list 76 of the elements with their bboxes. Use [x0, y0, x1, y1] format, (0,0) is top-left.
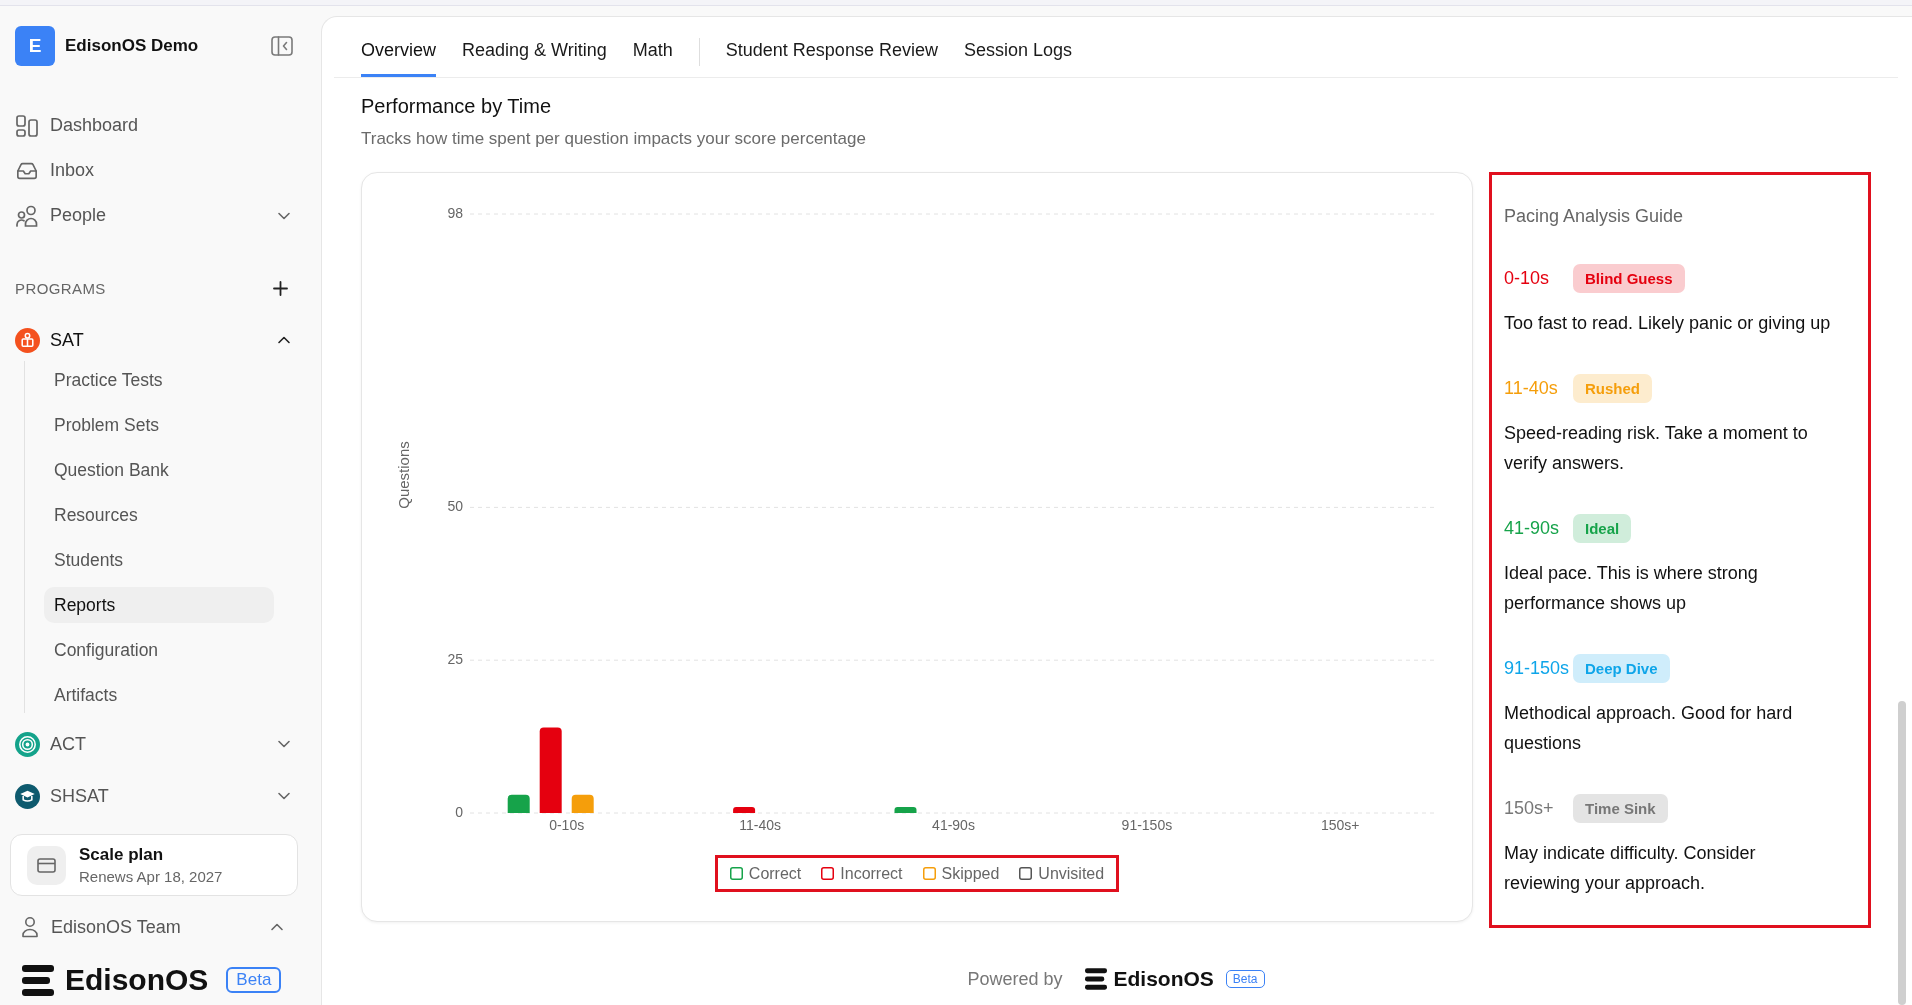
x-tick-label: 41-90s — [932, 816, 975, 833]
x-tick-label: 0-10s — [549, 816, 585, 833]
y-tick-label: 98 — [447, 204, 463, 221]
time-range-label: 0-10s — [1504, 267, 1551, 289]
legend-label: Correct — [748, 864, 802, 883]
brand-name: EdisonOS — [1113, 967, 1214, 991]
x-tick-label: 11-40s — [739, 816, 781, 833]
tab[interactable]: Math — [632, 26, 673, 77]
sub-nav-item[interactable]: Reports — [44, 587, 274, 623]
user-icon — [22, 916, 38, 938]
scrollbar-thumb[interactable] — [1898, 701, 1906, 1005]
pace-badge: Rushed — [1573, 373, 1652, 403]
nav-item[interactable]: People — [8, 193, 299, 238]
people-icon — [16, 204, 38, 227]
y-tick-label: 0 — [455, 803, 463, 820]
pace-description: Too fast to read. Likely panic or giving up — [1504, 312, 1831, 335]
sub-nav-item[interactable]: Artifacts — [44, 677, 274, 713]
section-subtitle: Tracks how time spent per question impacts your score percentage — [361, 128, 867, 150]
tab[interactable]: Student Response Review — [725, 26, 938, 77]
workspace-name: EdisonOS Demo — [65, 36, 199, 56]
sub-nav-item[interactable]: Question Bank — [44, 452, 274, 488]
nav-item[interactable]: Inbox — [8, 148, 299, 193]
tab[interactable]: Reading & Writing — [462, 26, 607, 77]
add-icon[interactable] — [273, 280, 288, 296]
sub-nav-item[interactable]: Problem Sets — [44, 407, 274, 443]
program-item[interactable]: SAT — [8, 319, 299, 361]
legend-label: Skipped — [941, 864, 1000, 883]
time-range-label: 150s+ — [1504, 797, 1555, 819]
program-item[interactable]: ACT — [8, 723, 299, 765]
beta-badge: Beta — [1225, 970, 1265, 988]
plan-card[interactable]: Scale plan Renews Apr 18, 2027 — [10, 834, 298, 896]
time-range-label: 91-150s — [1504, 657, 1571, 679]
time-range-label: 11-40s — [1504, 377, 1559, 399]
sub-nav-item[interactable]: Students — [44, 542, 274, 578]
brand-logo-icon — [1084, 968, 1107, 990]
legend-label: Incorrect — [840, 864, 903, 883]
credit-card-icon — [27, 845, 66, 885]
y-tick-label: 50 — [447, 498, 463, 515]
nav-item[interactable]: Dashboard — [8, 103, 299, 148]
sidebar-toggle-icon[interactable] — [271, 36, 293, 56]
section-title: Performance by Time — [361, 94, 553, 119]
legend-label: Unvisited — [1038, 864, 1105, 883]
beta-badge: Beta — [226, 967, 282, 993]
pace-description: May indicate difficulty. Consider reviewing your approach. — [1504, 842, 1757, 895]
panel-title: Pacing Analysis Guide — [1504, 205, 1685, 228]
bar — [894, 806, 917, 813]
brand-name: EdisonOS — [65, 963, 209, 997]
pace-description: Speed-reading risk. Take a moment to verify answers. — [1504, 422, 1809, 475]
plan-renewal-date: Renews Apr 18, 2027 — [79, 868, 223, 885]
sub-nav-item[interactable]: Practice Tests — [44, 362, 274, 398]
bar — [571, 794, 594, 813]
program-item[interactable]: SHSAT — [8, 775, 299, 817]
powered-by-label: Powered by — [967, 968, 1063, 990]
sub-nav-item[interactable]: Resources — [44, 497, 274, 533]
pace-badge: Deep Dive — [1573, 653, 1670, 683]
y-axis-title: Questions — [394, 441, 412, 509]
pace-description: Ideal pace. This is where strong performance shows up — [1504, 562, 1759, 615]
team-switcher[interactable]: EdisonOS Team — [14, 907, 292, 947]
workspace-avatar: E — [15, 26, 55, 66]
brand-logo-icon — [22, 964, 54, 996]
sub-nav-item[interactable]: Configuration — [44, 632, 274, 668]
pace-badge: Ideal — [1573, 513, 1632, 543]
y-tick-label: 25 — [447, 650, 463, 667]
bar — [733, 806, 756, 813]
pace-badge: Blind Guess — [1573, 263, 1685, 293]
x-tick-label: 150s+ — [1321, 816, 1360, 833]
dashboard-icon — [16, 114, 38, 137]
plan-name: Scale plan — [79, 845, 165, 865]
pace-description: Methodical approach. Good for hard questions — [1504, 702, 1794, 755]
tab[interactable]: Overview — [361, 26, 436, 77]
pace-badge: Time Sink — [1573, 793, 1668, 823]
bar — [507, 794, 530, 813]
x-tick-label: 91-150s — [1121, 816, 1173, 833]
section-label: PROGRAMS — [15, 279, 106, 297]
tab[interactable]: Session Logs — [963, 26, 1072, 77]
time-range-label: 41-90s — [1504, 517, 1561, 539]
